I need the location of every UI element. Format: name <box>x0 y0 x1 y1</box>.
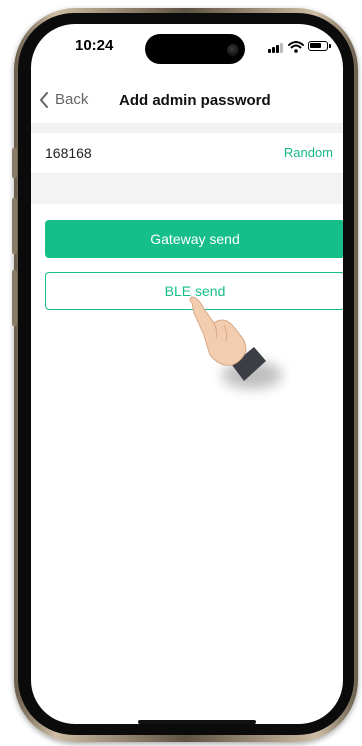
back-button[interactable]: Back <box>39 91 88 108</box>
chevron-left-icon <box>40 91 48 108</box>
password-field[interactable]: 168168 <box>45 145 92 161</box>
battery-icon <box>308 41 328 51</box>
home-indicator[interactable] <box>138 720 256 724</box>
phone-volume-down-button <box>12 270 17 326</box>
phone-side-button <box>12 148 17 178</box>
wifi-icon <box>288 41 304 53</box>
password-row: 168168 Random <box>31 133 343 174</box>
back-label: Back <box>55 91 89 108</box>
section-background <box>31 174 343 204</box>
battery-cap <box>329 44 331 48</box>
status-time: 10:24 <box>75 37 114 54</box>
camera-icon <box>227 44 239 56</box>
cellular-signal-icon <box>268 42 284 53</box>
gateway-send-label: Gateway send <box>150 231 240 247</box>
status-bar: 10:24 <box>31 24 343 68</box>
gateway-send-button[interactable]: Gateway send <box>45 220 343 258</box>
page-title: Add admin password <box>119 92 271 109</box>
random-button[interactable]: Random <box>284 145 333 160</box>
navigation-bar: Back Add admin password <box>31 80 343 120</box>
hand-pointer-icon <box>189 296 282 389</box>
section-divider <box>31 123 343 133</box>
phone-volume-up-button <box>12 198 17 254</box>
